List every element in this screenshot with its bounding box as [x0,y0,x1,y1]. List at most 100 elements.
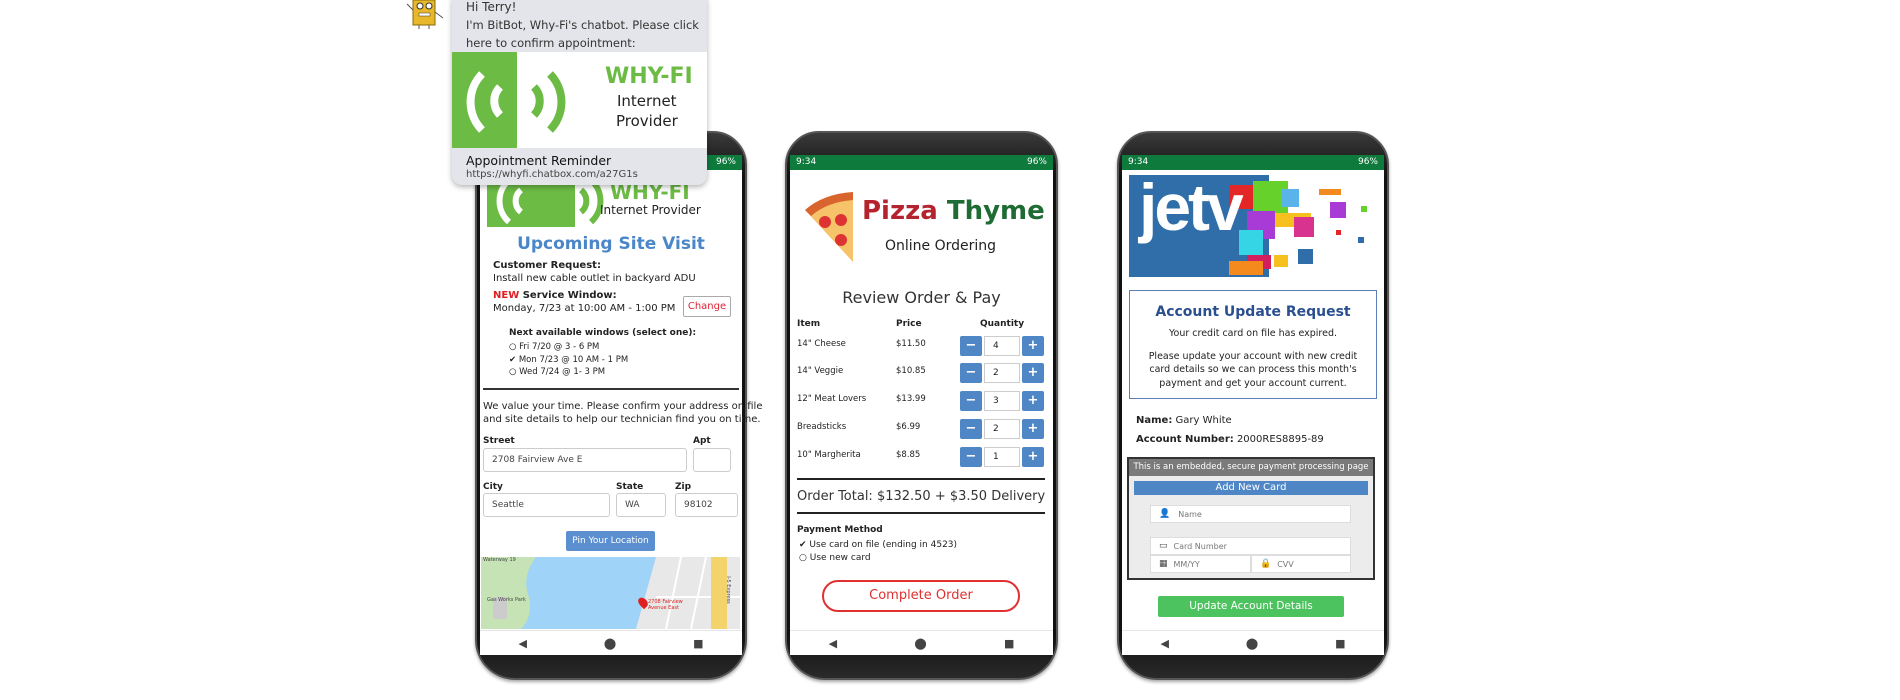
request-text: Install new cable outlet in backyard ADU [493,273,696,284]
window-text: Monday, 7/23 at 10:00 AM - 1:00 PM [493,303,676,314]
radio-checked-icon[interactable]: ✔ [509,355,516,365]
update-account-button[interactable]: Update Account Details [1158,596,1344,617]
item-price: $13.99 [896,394,926,404]
chatbot-message[interactable]: Hi Terry! I'm BitBot, Why-Fi's chatbot. … [452,0,707,185]
location-map[interactable]: Waterway 19 Gas Works Park I-5 Express 2… [481,557,740,629]
increment-button[interactable]: + [1022,419,1044,439]
radio-checked-icon[interactable]: ✔ [799,540,807,550]
window-option[interactable]: ✔ Mon 7/23 @ 10 AM - 1 PM [509,355,628,365]
cvv-input[interactable]: 🔒 CVV [1251,555,1351,573]
home-icon[interactable]: ⬤ [604,637,616,650]
item-name: 14" Cheese [797,339,846,349]
android-nav-bar: ◀ ⬤ ■ [790,630,1053,655]
radio-icon[interactable]: ○ [799,553,807,563]
pin-location-button[interactable]: Pin Your Location [566,531,655,551]
lock-icon: 🔒 [1260,559,1272,569]
payment-option[interactable]: ✔ Use card on file (ending in 4523) [799,540,957,550]
decrement-button[interactable]: − [960,391,982,411]
decrement-button[interactable]: − [960,363,982,383]
name-placeholder: Name [1178,509,1202,519]
link-title[interactable]: Appointment Reminder [466,153,611,168]
pizza-slice-icon [803,192,855,264]
recents-icon[interactable]: ■ [693,637,703,650]
link-preview-image[interactable]: WHY-FI Internet Provider [452,52,707,148]
cvv-placeholder: CVV [1277,559,1294,569]
divider [797,512,1045,514]
chat-greeting: Hi Terry! [466,0,517,14]
calendar-icon: ▦ [1159,559,1168,569]
payment-option-label: Use card on file (ending in 4523) [809,540,958,550]
pin-line-2: Avenue East [648,605,679,611]
intro-text-1: We value your time. Please confirm your … [483,401,763,412]
item-price: $6.99 [896,422,921,432]
item-price: $10.85 [896,366,926,376]
quantity-input[interactable]: 2 [984,363,1020,383]
state-input[interactable]: WA [616,493,666,517]
window-option-label: Mon 7/23 @ 10 AM - 1 PM [518,354,629,365]
card-placeholder: Card Number [1173,541,1227,551]
quantity-input[interactable]: 4 [984,336,1020,356]
brand-word-2: Thyme [946,196,1045,226]
window-option[interactable]: ○ Wed 7/24 @ 1- 3 PM [509,367,605,377]
status-time: 9:34 [1128,157,1149,167]
battery-level: 96% [1026,157,1047,167]
quantity-stepper: −2 + [960,363,1044,383]
back-icon[interactable]: ◀ [518,637,526,650]
radio-icon[interactable]: ○ [509,367,516,377]
box-title: Account Update Request [1155,304,1351,320]
chat-line-2: here to confirm appointment: [466,36,636,50]
complete-order-button[interactable]: Complete Order [822,580,1020,612]
expiry-input[interactable]: ▦ MM/YY [1150,555,1251,573]
quantity-input[interactable]: 3 [984,391,1020,411]
request-label: Customer Request: [493,260,601,271]
credit-card-icon: ▭ [1159,541,1168,551]
intro-text-2: and site details to help our technician … [483,414,761,425]
name-label: Name: [1136,415,1173,426]
change-button[interactable]: Change [683,296,731,317]
decrement-button[interactable]: − [960,419,982,439]
home-icon[interactable]: ⬤ [914,637,926,650]
increment-button[interactable]: + [1022,363,1044,383]
quantity-input[interactable]: 2 [984,419,1020,439]
item-price: $11.50 [896,339,926,349]
embed-notice: This is an embedded, secure payment proc… [1129,459,1373,476]
street-label: Street [483,436,515,446]
box-line-2: Please update your account with new cred… [1148,351,1358,362]
item-name: 12" Meat Lovers [797,394,867,404]
street-input[interactable]: 2708 Fairview Ave E [483,448,687,472]
increment-button[interactable]: + [1022,391,1044,411]
box-line-4: payment and get your account current. [1159,378,1347,389]
back-icon[interactable]: ◀ [829,637,837,650]
decrement-button[interactable]: − [960,447,982,467]
recents-icon[interactable]: ■ [1335,637,1345,650]
home-icon[interactable]: ⬤ [1246,637,1258,650]
preview-brand-line-2: Provider [616,112,678,130]
city-input[interactable]: Seattle [483,493,610,517]
decrement-button[interactable]: − [960,336,982,356]
window-option-label: Wed 7/24 @ 1- 3 PM [519,367,606,377]
add-card-header: Add New Card [1134,481,1368,495]
increment-button[interactable]: + [1022,447,1044,467]
quantity-stepper: −4 + [960,336,1044,356]
zip-input[interactable]: 98102 [675,493,738,517]
quantity-input[interactable]: 1 [984,447,1020,467]
increment-button[interactable]: + [1022,336,1044,356]
item-name: 10" Margherita [797,450,861,460]
account-value: 2000RES8895-89 [1236,434,1324,445]
back-icon[interactable]: ◀ [1160,637,1168,650]
radio-icon[interactable]: ○ [509,342,516,352]
window-option[interactable]: ○ Fri 7/20 @ 3 - 6 PM [509,342,599,352]
card-name-input[interactable]: 👤 Name [1150,505,1351,523]
card-number-input[interactable]: ▭ Card Number [1150,537,1351,555]
battery-level: 96% [715,157,736,167]
page-title: Review Order & Pay [842,288,1001,307]
item-price: $8.85 [896,450,921,460]
expiry-placeholder: MM/YY [1173,559,1200,569]
apt-input[interactable] [693,448,731,472]
link-url[interactable]: https://whyfi.chatbox.com/a27G1s [466,169,638,180]
recents-icon[interactable]: ■ [1004,637,1014,650]
jetv-logo-text: jetv [1139,170,1244,244]
payment-option[interactable]: ○ Use new card [799,553,871,563]
window-option-label: Fri 7/20 @ 3 - 6 PM [519,342,600,352]
header-quantity: Quantity [980,319,1025,329]
